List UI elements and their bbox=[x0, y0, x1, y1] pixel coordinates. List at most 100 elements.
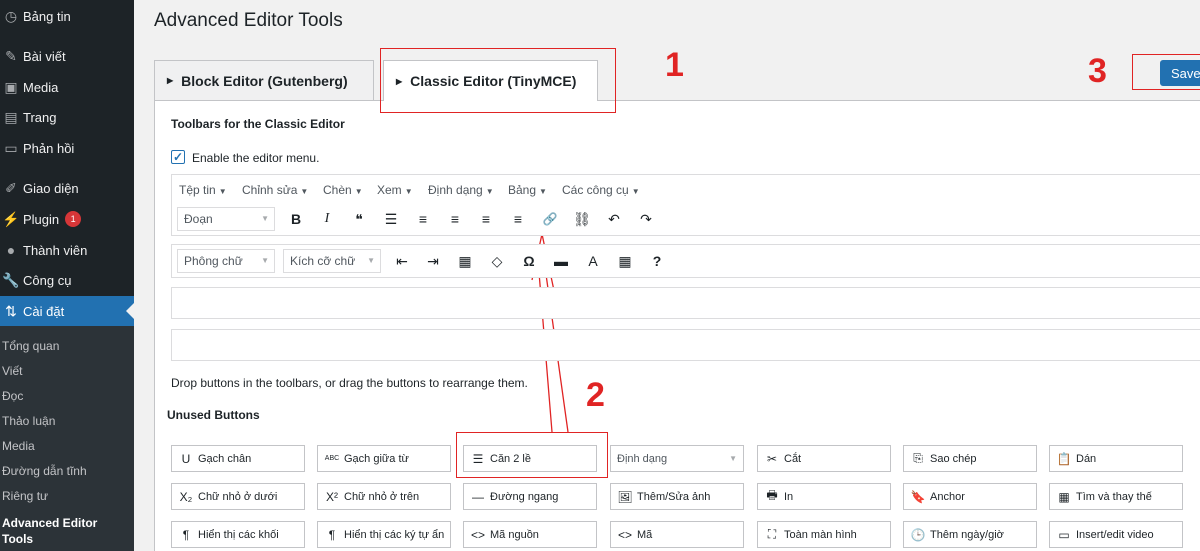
menu-tools[interactable]: Các công cụ ▼ bbox=[562, 183, 640, 197]
caret-down-icon: ▼ bbox=[404, 187, 413, 196]
update-count-badge: 1 bbox=[65, 211, 82, 227]
fullscreen-icon: ⛶ bbox=[767, 527, 777, 541]
plugin-icon: ⚡ bbox=[2, 210, 20, 227]
insert-more-icon[interactable]: ▬ bbox=[550, 250, 572, 272]
sidebar-item-posts[interactable]: ✎ Bài viết bbox=[0, 44, 134, 68]
unused-button-code[interactable]: <> Mã bbox=[610, 521, 744, 548]
visual-chars-icon: ¶ bbox=[328, 527, 336, 542]
menu-file[interactable]: Tệp tin ▼ bbox=[179, 183, 227, 197]
bold-icon[interactable]: B bbox=[285, 208, 307, 230]
menu-edit[interactable]: Chỉnh sửa ▼ bbox=[242, 183, 308, 197]
unused-button-underline[interactable]: U Gạch chân bbox=[171, 445, 305, 472]
sidebar-item-users[interactable]: ● Thành viên bbox=[0, 238, 134, 262]
unused-button-visual-chars[interactable]: ¶ Hiển thị các ký tự ẩn bbox=[317, 521, 451, 548]
unused-button-justify[interactable]: ☰ Căn 2 lề bbox=[463, 445, 597, 472]
submenu-item-media[interactable]: Media bbox=[2, 439, 35, 453]
sidebar-item-appearance[interactable]: ✐ Giao diện bbox=[0, 176, 134, 200]
menu-view[interactable]: Xem ▼ bbox=[377, 183, 413, 197]
unused-button-copy[interactable]: ⎘ Sao chép bbox=[903, 445, 1037, 472]
user-icon: ● bbox=[6, 242, 16, 258]
menu-insert[interactable]: Chèn ▼ bbox=[323, 183, 363, 197]
align-center-icon[interactable]: ≡ bbox=[475, 208, 497, 230]
unused-button-superscript[interactable]: X² Chữ nhỏ ở trên bbox=[317, 483, 451, 510]
font-family-select[interactable]: Phông chữ ▼ bbox=[177, 249, 275, 273]
unused-button-source-code[interactable]: <> Mã nguồn bbox=[463, 521, 597, 548]
submenu-item-advanced-editor-tools[interactable]: Advanced Editor Tools bbox=[2, 515, 112, 547]
italic-icon[interactable]: I bbox=[316, 208, 338, 230]
submenu-item-reading[interactable]: Đọc bbox=[2, 389, 23, 403]
image-icon: 🖼 bbox=[617, 489, 633, 504]
redo-icon[interactable]: ↷ bbox=[635, 208, 657, 230]
omega-icon[interactable]: Ω bbox=[518, 250, 540, 272]
submenu-item-general[interactable]: Tổng quan bbox=[2, 339, 59, 353]
unused-button-label: Insert/edit video bbox=[1076, 528, 1154, 541]
blockquote-icon[interactable]: ❝ bbox=[348, 208, 370, 230]
format-select[interactable]: Đoạn ▼ bbox=[177, 207, 275, 231]
clear-formatting-icon[interactable]: ◇ bbox=[486, 250, 508, 272]
bullet-list-icon[interactable]: ☰ bbox=[380, 208, 402, 230]
wrench-icon: 🔧 bbox=[2, 271, 20, 288]
sidebar-item-label: Trang bbox=[23, 109, 57, 125]
menu-table[interactable]: Bảng ▼ bbox=[508, 183, 547, 197]
submenu-item-permalinks[interactable]: Đường dẫn tĩnh bbox=[2, 464, 87, 478]
unused-button-subscript[interactable]: X₂ Chữ nhỏ ở dưới bbox=[171, 483, 305, 510]
unused-button-print[interactable]: 🖶 In bbox=[757, 483, 891, 510]
text-color-icon[interactable]: A bbox=[582, 250, 604, 272]
undo-icon[interactable]: ↶ bbox=[603, 208, 625, 230]
annotation-number: 3 bbox=[1088, 52, 1107, 90]
align-left-icon[interactable]: ≡ bbox=[444, 208, 466, 230]
sidebar-item-comments[interactable]: ▭ Phản hồi bbox=[0, 136, 134, 160]
sidebar-item-settings[interactable]: ⇅ Cài đặt bbox=[0, 296, 134, 326]
submenu-item-writing[interactable]: Viết bbox=[2, 364, 22, 378]
annotation-box-save bbox=[1132, 54, 1200, 90]
outdent-icon[interactable]: ⇤ bbox=[391, 250, 413, 272]
unused-button-fullscreen[interactable]: ⛶ Toàn màn hình bbox=[757, 521, 891, 548]
help-icon[interactable]: ? bbox=[646, 250, 668, 272]
unused-button-strikethrough[interactable]: ABC Gạch giữa từ bbox=[317, 445, 451, 472]
unused-button-label: Anchor bbox=[930, 490, 965, 503]
unused-button-cut[interactable]: ✂ Cắt bbox=[757, 445, 891, 472]
link-icon[interactable]: 🔗 bbox=[539, 208, 561, 230]
sidebar-item-label: Phản hồi bbox=[23, 140, 75, 156]
submenu-item-privacy[interactable]: Riêng tư bbox=[2, 489, 48, 503]
superscript-icon: X² bbox=[326, 489, 338, 504]
caret-down-icon: ▼ bbox=[261, 256, 269, 265]
numbered-list-icon[interactable]: ≡ bbox=[412, 208, 434, 230]
unused-button-insert-video[interactable]: ▭ Insert/edit video bbox=[1049, 521, 1183, 548]
align-right-icon[interactable]: ≡ bbox=[507, 208, 529, 230]
enable-menu-checkbox[interactable]: ✓ bbox=[171, 150, 185, 164]
unused-button-paste[interactable]: 📋 Dán bbox=[1049, 445, 1183, 472]
brush-icon: ✐ bbox=[5, 179, 17, 196]
sidebar-item-label: Bài viết bbox=[23, 48, 66, 64]
unused-button-label: Sao chép bbox=[930, 452, 977, 465]
unused-button-image[interactable]: 🖼 Thêm/Sửa ảnh bbox=[610, 483, 744, 510]
menu-format[interactable]: Định dạng ▼ bbox=[428, 183, 494, 197]
sidebar-item-tools[interactable]: 🔧 Công cụ bbox=[0, 268, 134, 292]
sidebar-item-label: Công cụ bbox=[23, 272, 72, 288]
font-size-select[interactable]: Kích cỡ chữ ▼ bbox=[283, 249, 381, 273]
unlink-icon[interactable]: ⛓ bbox=[571, 208, 593, 230]
sidebar-item-plugins[interactable]: ⚡ Plugin 1 bbox=[0, 207, 134, 231]
unused-button-anchor[interactable]: 🔖 Anchor bbox=[903, 483, 1037, 510]
editor-toolbar-row-4[interactable] bbox=[171, 329, 1200, 361]
table-icon[interactable]: ▦ bbox=[614, 250, 636, 272]
unused-button-insert-datetime[interactable]: 🕒 Thêm ngày/giờ bbox=[903, 521, 1037, 548]
unused-button-format-select[interactable]: Định dạng ▼ bbox=[610, 445, 744, 472]
unused-button-label: Dán bbox=[1076, 452, 1097, 465]
caret-down-icon: ▼ bbox=[367, 256, 375, 265]
sidebar-item-media[interactable]: ▣ Media bbox=[0, 75, 134, 99]
admin-sidebar: ◷ Bảng tin ✎ Bài viết ▣ Media ▤ Trang ▭ … bbox=[0, 0, 134, 551]
unused-button-show-blocks[interactable]: ¶ Hiển thị các khối bbox=[171, 521, 305, 548]
unused-button-horizontal-line[interactable]: — Đường ngang bbox=[463, 483, 597, 510]
submenu-item-discussion[interactable]: Thảo luận bbox=[2, 414, 55, 428]
tab-block-editor[interactable]: ▶ Block Editor (Gutenberg) bbox=[154, 60, 374, 100]
sidebar-item-pages[interactable]: ▤ Trang bbox=[0, 105, 134, 129]
caret-down-icon: ▼ bbox=[485, 187, 494, 196]
triangle-right-icon: ▶ bbox=[167, 76, 174, 85]
sidebar-item-dashboard[interactable]: ◷ Bảng tin bbox=[0, 4, 134, 28]
unused-button-search-replace[interactable]: ▦ Tìm và thay thế bbox=[1049, 483, 1183, 510]
paste-text-icon[interactable]: ▦ bbox=[454, 250, 476, 272]
editor-toolbar-row-3[interactable] bbox=[171, 287, 1200, 319]
indent-icon[interactable]: ⇥ bbox=[422, 250, 444, 272]
sidebar-item-label: Media bbox=[23, 79, 59, 95]
